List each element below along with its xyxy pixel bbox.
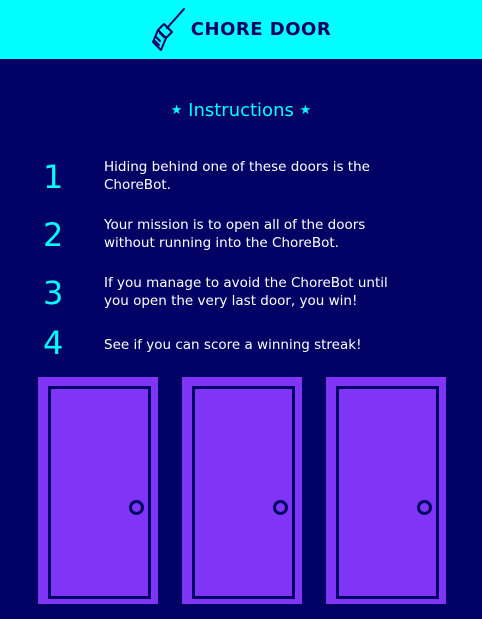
logo: CHORE DOOR <box>151 7 332 52</box>
door-panel <box>48 386 151 599</box>
door-3[interactable] <box>326 377 446 604</box>
step-number: 4 <box>43 324 64 362</box>
star-icon: ★ <box>170 103 183 118</box>
step-text: Hiding behind one of these doors is the … <box>104 159 370 193</box>
header: CHORE DOOR <box>0 0 482 59</box>
instructions-heading: ★ Instructions ★ <box>0 100 482 121</box>
door-2[interactable] <box>182 377 302 604</box>
step-text: Your mission is to open all of the doors… <box>104 217 366 251</box>
door-1[interactable] <box>38 377 158 604</box>
star-icon: ★ <box>299 103 312 118</box>
step-text: See if you can score a winning streak! <box>104 337 362 353</box>
door-panel <box>336 386 439 599</box>
step-number: 1 <box>43 158 64 196</box>
door-knob-icon <box>417 500 432 515</box>
door-panel <box>192 386 295 599</box>
app-title: CHORE DOOR <box>190 19 332 40</box>
step-number: 2 <box>43 216 64 254</box>
step-text: If you manage to avoid the ChoreBot unti… <box>104 275 388 309</box>
step-number: 3 <box>43 274 64 312</box>
door-knob-icon <box>129 500 144 515</box>
door-knob-icon <box>273 500 288 515</box>
broom-icon <box>151 7 185 51</box>
instructions-title: Instructions <box>188 100 294 121</box>
